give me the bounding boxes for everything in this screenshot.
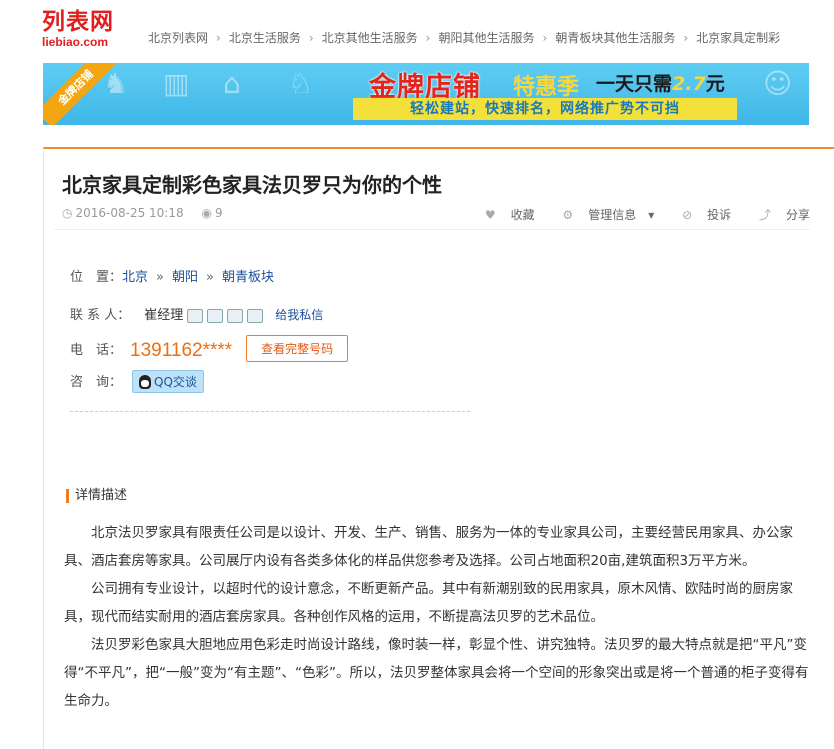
logo-text: 列表网 (42, 9, 114, 35)
banner-price: 一天只需2.7元 (596, 69, 725, 96)
qq-chat-label: QQ交谈 (154, 375, 197, 389)
post-title: 北京家具定制彩色家具法贝罗只为你的个性 (62, 173, 442, 197)
price-unit: 元 (705, 73, 725, 95)
favorite-button[interactable]: ♥ 收藏 (473, 208, 535, 222)
building-icon: ▥ (163, 67, 190, 100)
breadcrumb-item[interactable]: 朝阳其他生活服务 (438, 31, 534, 45)
consult-label: 咨 询： (70, 375, 123, 390)
post-date-text: 2016-08-25 10:18 (75, 206, 184, 220)
breadcrumb-current: 北京家具定制彩 (696, 31, 781, 45)
site-header: 列表网 liebiao.com 北京列表网 › 北京生活服务 › 北京其他生活服务 › 朝阳… (0, 0, 834, 60)
post-panel: 北京家具定制彩色家具法贝罗只为你的个性 ◷ 2016-08-25 10:18 ◉ 9… (43, 147, 834, 749)
post-actions: ♥ 收藏 ⚙ 管理信息 ▾ ⊘ 投诉 ⤴ 分享 (461, 206, 810, 223)
details-paragraph: 法贝罗彩色家具大胆地应用色彩走时尚设计路线，像时装一样，彰显个性、讲究独特。法贝… (64, 637, 809, 709)
site-logo[interactable]: 列表网 liebiao.com (42, 8, 132, 52)
share-button[interactable]: ⤴ 分享 (747, 208, 810, 222)
location-link[interactable]: 朝青板块 (222, 270, 274, 285)
details-paragraph: 北京法贝罗家具有限责任公司是以设计、开发、生产、销售、服务为一体的专业家具公司，… (64, 525, 793, 569)
phone-label: 电 话： (70, 343, 123, 358)
breadcrumb-item[interactable]: 北京其他生活服务 (322, 31, 418, 45)
manage-button[interactable]: ⚙ 管理信息 ▾ (550, 208, 654, 222)
breadcrumb-separator: › (542, 31, 548, 45)
logo-domain: liebiao.com (42, 35, 109, 49)
phone-row: 电 话： 1391162**** 查看完整号码 (70, 335, 349, 362)
report-icon: ⊘ (682, 208, 693, 222)
manage-label: 管理信息 (588, 208, 637, 222)
location-link[interactable]: 朝阳 (172, 270, 198, 285)
dashed-divider (70, 411, 470, 412)
location-link[interactable]: 北京 (122, 270, 148, 285)
breadcrumb-separator: › (683, 31, 689, 45)
chevron-icon: » (206, 270, 214, 285)
consult-row: 咨 询： QQ交谈 (70, 370, 204, 393)
private-message-link[interactable]: 给我私信 (275, 308, 323, 322)
share-icon: ⤴ (758, 208, 771, 222)
breadcrumb-item[interactable]: 北京列表网 (148, 31, 208, 45)
house-icon: ⌂ (223, 67, 241, 100)
breadcrumb-item[interactable]: 北京生活服务 (229, 31, 301, 45)
breadcrumb-separator: › (216, 31, 221, 45)
post-date: ◷ 2016-08-25 10:18 (62, 206, 184, 220)
details-body: 北京法贝罗家具有限责任公司是以设计、开发、生产、销售、服务为一体的专业家具公司，… (64, 519, 812, 715)
post-views: ◉ 9 (201, 206, 222, 220)
chevron-down-icon: ▾ (648, 208, 655, 222)
license-icon (187, 308, 204, 323)
gear-icon: ⚙ (562, 208, 574, 222)
dog-icon: ♞ (103, 67, 129, 100)
banner-promo: 特惠季 (513, 75, 580, 100)
chevron-icon: » (156, 270, 164, 285)
user-icon: ☺ (763, 67, 793, 100)
qq-chat-button[interactable]: QQ交谈 (132, 370, 204, 393)
breadcrumb: 北京列表网 › 北京生活服务 › 北京其他生活服务 › 朝阳其他生活服务 › 朝青板块其他生活服… (148, 29, 780, 46)
post-meta: ◷ 2016-08-25 10:18 ◉ 9 (62, 206, 237, 220)
contact-name: 崔经理 (144, 308, 184, 323)
banner-tagline: 轻松建站，快速排名，网络推广势不可挡 (353, 98, 737, 120)
breadcrumb-separator: › (425, 31, 431, 45)
details-heading: 详情描述 (66, 489, 127, 503)
contact-label: 联 系 人： (70, 308, 131, 323)
divider (54, 229, 810, 230)
report-label: 投诉 (707, 208, 732, 222)
breadcrumb-separator: › (308, 31, 314, 45)
price-prefix: 一天只需 (596, 73, 673, 95)
promo-banner[interactable]: 金牌店铺 ♞ ▥ ⌂ ♘ ☺ 金牌店铺 特惠季 一天只需2.7元 轻松建站，快速… (43, 63, 809, 125)
clock-icon: ◷ (62, 206, 73, 220)
business-verified-icon (247, 308, 264, 323)
breadcrumb-item[interactable]: 朝青板块其他生活服务 (555, 31, 675, 45)
post-views-text: 9 (214, 206, 223, 220)
location-row: 位 置：北京 » 朝阳 » 朝青板块 (70, 266, 274, 285)
id-verified-icon (207, 308, 224, 323)
show-full-number-button[interactable]: 查看完整号码 (246, 335, 349, 362)
favorite-label: 收藏 (510, 208, 535, 222)
heart-icon: ♥ (484, 208, 496, 222)
cat-icon: ♘ (288, 67, 314, 100)
qq-icon (139, 375, 152, 389)
details-paragraph: 公司拥有专业设计，以超时代的设计意念，不断更新产品。其中有新潮别致的民用家具，原… (64, 581, 793, 625)
contact-row: 联 系 人： 崔经理 给我私信 (70, 304, 323, 323)
location-label: 位 置： (70, 270, 123, 285)
phone-number: 1391162**** (130, 340, 233, 361)
share-label: 分享 (785, 208, 810, 222)
price-value: 2.7 (672, 73, 706, 95)
report-button[interactable]: ⊘ 投诉 (670, 208, 731, 222)
card-verified-icon (227, 308, 244, 323)
eye-icon: ◉ (201, 206, 212, 220)
